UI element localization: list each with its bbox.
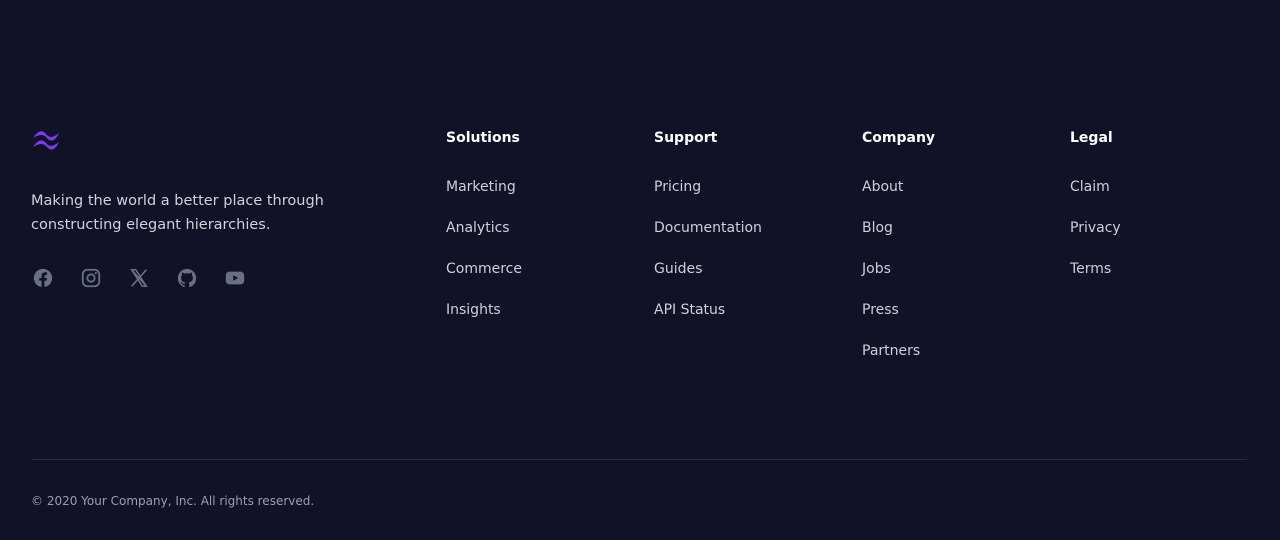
footer-column-company: Company About Blog Jobs Press Partners <box>862 128 1042 381</box>
column-heading-legal: Legal <box>1070 130 1113 146</box>
footer-link-marketing[interactable]: Marketing <box>446 177 516 197</box>
footer-link-blog[interactable]: Blog <box>862 218 893 238</box>
column-heading-company: Company <box>862 130 936 146</box>
brand-section: Making the world a better place through … <box>31 128 411 237</box>
x-icon[interactable] <box>127 266 151 290</box>
youtube-icon[interactable] <box>223 266 247 290</box>
footer-link-terms[interactable]: Terms <box>1070 259 1111 279</box>
brand-tagline: Making the world a better place through … <box>31 193 324 233</box>
footer-link-press[interactable]: Press <box>862 300 899 320</box>
footer-link-api-status[interactable]: API Status <box>654 300 725 320</box>
footer-link-about[interactable]: About <box>862 177 903 197</box>
site-footer: Making the world a better place through … <box>0 0 1280 540</box>
footer-link-guides[interactable]: Guides <box>654 259 702 279</box>
tailwind-wave-icon[interactable] <box>31 128 63 152</box>
footer-column-legal: Legal Claim Privacy Terms <box>1070 128 1250 299</box>
footer-link-partners[interactable]: Partners <box>862 341 920 361</box>
footer-link-privacy[interactable]: Privacy <box>1070 218 1121 238</box>
footer-link-insights[interactable]: Insights <box>446 300 501 320</box>
copyright-text: © 2020 Your Company, Inc. All rights res… <box>31 494 315 508</box>
column-heading-support: Support <box>654 130 718 146</box>
footer-column-support: Support Pricing Documentation Guides API… <box>654 128 834 340</box>
footer-link-claim[interactable]: Claim <box>1070 177 1110 197</box>
footer-divider <box>31 459 1247 460</box>
instagram-icon[interactable] <box>79 266 103 290</box>
footer-link-analytics[interactable]: Analytics <box>446 218 510 238</box>
column-heading-solutions: Solutions <box>446 130 520 146</box>
footer-link-pricing[interactable]: Pricing <box>654 177 701 197</box>
facebook-icon[interactable] <box>31 266 55 290</box>
github-icon[interactable] <box>175 266 199 290</box>
social-links <box>31 266 247 290</box>
footer-column-solutions: Solutions Marketing Analytics Commerce I… <box>446 128 626 340</box>
footer-link-documentation[interactable]: Documentation <box>654 218 762 238</box>
footer-link-jobs[interactable]: Jobs <box>862 259 891 279</box>
footer-link-commerce[interactable]: Commerce <box>446 259 522 279</box>
